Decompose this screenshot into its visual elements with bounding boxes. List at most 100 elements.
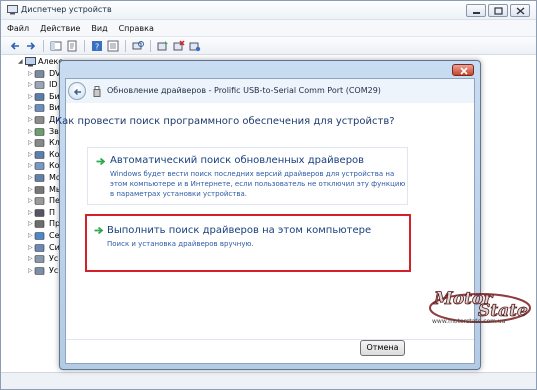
hid-icon	[34, 255, 45, 263]
tree-item[interactable]: ▷ Мо	[1, 172, 63, 184]
tree-item[interactable]: ▷ Кл	[1, 137, 63, 149]
auto-search-description: Windows будет вести поиск последних верс…	[110, 170, 406, 198]
expand-icon[interactable]: ▷	[28, 209, 33, 216]
watermark-url: www.motorstate.com.ua	[432, 318, 506, 325]
portable-icon	[34, 197, 45, 205]
tree-item[interactable]: ▷ Пе	[1, 195, 63, 207]
network-icon	[34, 232, 45, 240]
expand-icon[interactable]: ▷	[28, 267, 33, 274]
dvd-icon	[34, 69, 45, 78]
tree-item[interactable]: ▷ Зв	[1, 126, 63, 138]
tree-item[interactable]: ▷ Мы	[1, 184, 63, 196]
menu-file[interactable]: Файл	[7, 24, 29, 33]
status-bar	[1, 372, 536, 389]
dialog-back-button[interactable]	[68, 82, 86, 100]
usb-icon	[34, 266, 45, 275]
browse-computer-description: Поиск и установка драйверов вручную.	[107, 240, 254, 248]
tree-item[interactable]: ▷ Пр	[1, 218, 63, 230]
dialog-question: Как провести поиск программного обеспече…	[55, 116, 395, 127]
help-icon[interactable]: ?	[91, 40, 103, 52]
expand-icon[interactable]: ▷	[28, 244, 33, 251]
menu-help[interactable]: Справка	[119, 24, 154, 33]
expand-icon[interactable]: ▷	[28, 128, 33, 135]
menu-action[interactable]: Действие	[40, 24, 80, 33]
cancel-button[interactable]: Отмена	[360, 340, 405, 356]
device-manager-icon	[7, 5, 18, 15]
tree-item-label: Ко	[49, 149, 60, 159]
port-icon	[34, 208, 45, 217]
expand-icon[interactable]: ▷	[28, 162, 33, 169]
tree-item[interactable]: ▷ Ко	[1, 160, 63, 172]
monitor-icon	[34, 174, 45, 182]
expand-icon[interactable]: ▷	[28, 81, 33, 88]
tree-item[interactable]: ▷ Се	[1, 230, 63, 242]
expand-icon[interactable]: ▷	[28, 151, 33, 158]
minimize-button[interactable]	[466, 4, 486, 17]
scan-hardware-icon[interactable]	[132, 40, 144, 52]
menu-bar: Файл Действие Вид Справка	[1, 20, 536, 37]
expand-icon[interactable]: ▷	[28, 93, 33, 100]
biometric-icon	[34, 92, 45, 101]
maximize-button[interactable]	[488, 4, 508, 17]
tree-item-label: П	[49, 207, 56, 217]
expand-icon[interactable]: ▷	[28, 186, 33, 193]
tree-item-label: Се	[49, 231, 60, 240]
computer-icon	[34, 150, 45, 159]
toolbar-separator	[150, 39, 151, 52]
expand-icon[interactable]: ▷	[28, 174, 33, 181]
dialog-close-button[interactable]	[452, 64, 474, 76]
tree-item[interactable]: ▷ Ус	[1, 265, 63, 277]
usb-device-icon	[93, 86, 101, 97]
tree-item[interactable]: ▷ П	[1, 207, 63, 219]
auto-search-option[interactable]: Автоматический поиск обновленных драйвер…	[87, 147, 408, 205]
footer-divider	[66, 339, 474, 340]
dialog-header: Обновление драйверов - Prolific USB-to-S…	[66, 79, 474, 103]
tree-item[interactable]: ▷ ID	[1, 79, 63, 91]
tree-item-label: ID	[49, 80, 58, 90]
processor-icon	[34, 220, 45, 229]
back-arrow-icon[interactable]	[9, 40, 21, 52]
tree-item[interactable]: ▷ Ко	[1, 149, 63, 161]
tree-item-label: Ко	[49, 161, 60, 171]
tree-item[interactable]: ▷ Би	[1, 91, 63, 103]
expand-icon[interactable]: ▷	[28, 197, 33, 204]
expand-icon[interactable]: ▷	[28, 255, 33, 262]
tree-item[interactable]: ▷ Ви	[1, 102, 63, 114]
expand-icon[interactable]: ▷	[28, 232, 33, 239]
sound-icon	[34, 127, 45, 136]
system-icon	[34, 243, 45, 252]
expand-icon[interactable]: ▷	[28, 116, 33, 123]
show-hidden-icon[interactable]	[107, 40, 119, 52]
toolbar-separator	[43, 39, 44, 52]
expand-icon[interactable]: ▷	[28, 104, 33, 111]
ide-icon	[34, 81, 45, 89]
tree-item[interactable]: ▷ Си	[1, 242, 63, 254]
back-arrow-icon	[73, 88, 81, 96]
forward-arrow-icon[interactable]	[25, 40, 37, 52]
uninstall-icon[interactable]	[173, 39, 185, 52]
collapse-icon[interactable]: ◢	[18, 58, 23, 65]
tree-item[interactable]: ▷ Ус	[1, 253, 63, 265]
highlight-frame: Выполнить поиск драйверов на этом компью…	[85, 214, 411, 272]
tree-root[interactable]: ◢ Алекс	[1, 56, 63, 68]
console-tree-icon[interactable]	[50, 40, 62, 52]
toolbar-separator	[125, 39, 126, 52]
disable-device-icon[interactable]	[189, 40, 201, 52]
expand-icon[interactable]: ▷	[28, 70, 33, 77]
tree-item-label: Ус	[49, 265, 59, 275]
tree-item-label: Зв	[49, 126, 59, 136]
expand-icon[interactable]: ▷	[28, 139, 33, 146]
menu-view[interactable]: Вид	[91, 24, 107, 33]
tree-item[interactable]: ▷ DV	[1, 68, 63, 80]
close-window-button[interactable]	[510, 4, 530, 17]
toolbar: ?	[1, 37, 536, 55]
update-driver-icon[interactable]	[157, 40, 169, 52]
properties-icon[interactable]	[66, 40, 78, 52]
tree-item[interactable]: ▷ Ди	[1, 114, 63, 126]
toolbar-separator	[84, 39, 85, 52]
keyboard-icon	[34, 139, 45, 147]
disk-icon	[34, 116, 45, 124]
expand-icon[interactable]: ▷	[28, 220, 33, 227]
browse-computer-option[interactable]: Выполнить поиск драйверов на этом компью…	[87, 216, 409, 270]
device-tree: ◢ Алекс ▷ DV ▷ ID ▷ Би ▷ Ви ▷ Ди ▷ Зв ▷ Кл ▷ Ко ▷ Ко ▷ Мо ▷ Мы ▷…	[1, 56, 63, 371]
